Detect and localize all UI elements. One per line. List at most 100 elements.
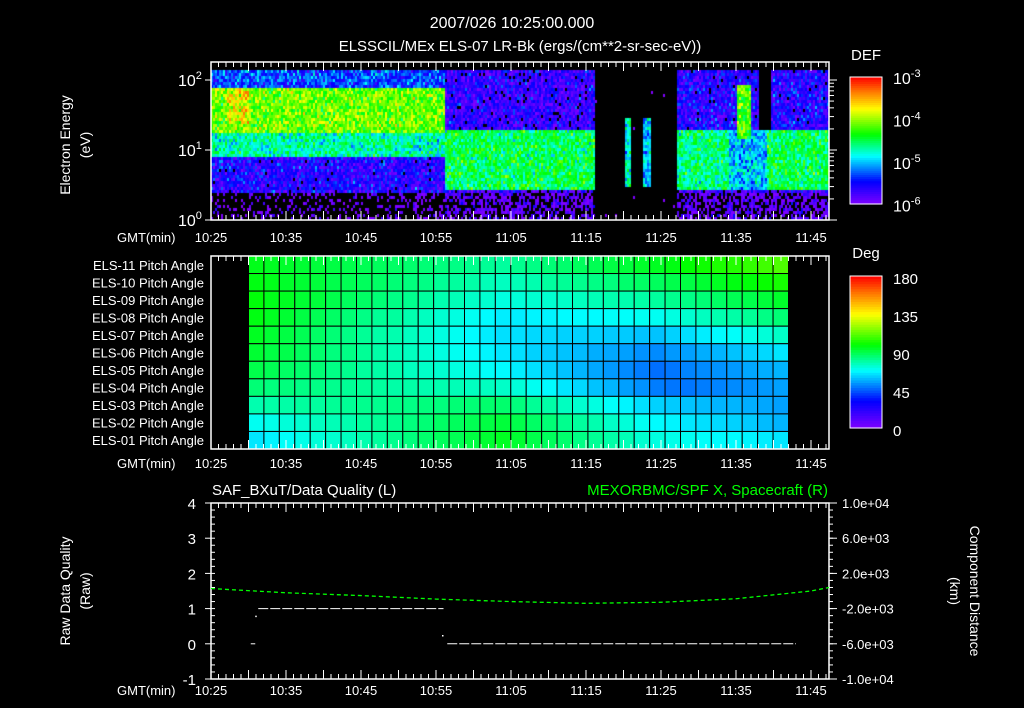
pitch-angle-cell [356,290,373,310]
pitch-angle-cell [633,308,651,327]
pitch-angle-cell [741,343,759,362]
pitch-angle-time-tick-label: 10:55 [420,456,453,471]
plot-timestamp: 2007/026 10:25:00.000 [430,15,595,32]
pitch-angle-cell [417,343,435,362]
pitch-angle-cell [587,378,604,397]
pitch-angle-cell [664,255,681,275]
distance-axis-label: Component Distance [967,526,983,657]
quality-axis-unit: (Raw) [77,572,93,609]
pitch-angle-cell [340,308,358,327]
pitch-angle-row-label: ELS-04 Pitch Angle [92,381,204,396]
pitch-angle-cell [479,413,496,432]
pitch-angle-cell [618,378,635,397]
pitch-angle-cell [587,273,604,292]
pitch-angle-cell [741,290,759,310]
quality-panel-title: SAF_BXuT/Data Quality (L) [212,482,396,499]
pitch-angle-cell [417,273,435,292]
pitch-angle-cell [417,325,435,345]
def-colorbar-title: DEF [851,47,881,64]
pitch-angle-cell [618,395,635,415]
pitch-angle-cell [248,378,265,397]
pitch-angle-cell [633,325,651,345]
quality-time-tick-label: 10:45 [345,683,378,698]
def-colorbar-label: 10-4 [893,111,921,131]
pitch-angle-cell [556,413,573,432]
pitch-angle-cell [278,308,296,327]
pitch-angle-cell [494,378,512,397]
pitch-angle-cell [248,360,265,380]
pitch-angle-cell [572,378,589,397]
pitch-angle-cell [433,325,450,345]
pitch-angle-cell [726,360,743,380]
pitch-angle-cell [340,343,358,362]
pitch-angle-cell [417,360,435,380]
pitch-angle-cell [309,325,327,345]
pitch-angle-cell [325,273,342,292]
pitch-angle-cell [649,343,666,362]
pitch-angle-cell [695,395,712,415]
pitch-angle-cell [386,395,404,415]
pitch-angle-cell [664,395,681,415]
deg-colorbar-label: 180 [893,271,918,288]
pitch-angle-cell [680,255,697,275]
pitch-angle-cell [757,378,774,397]
pitch-angle-cell [695,308,712,327]
pitch-angle-cell [510,290,527,310]
pitch-angle-cell [340,273,358,292]
distance-tick-label: 2.0e+03 [842,566,889,581]
pitch-angle-cell [309,413,327,432]
pitch-angle-cell [741,255,759,275]
pitch-angle-cell [726,325,743,345]
pitch-angle-cell [525,360,543,380]
pitch-angle-cell [741,430,759,450]
pitch-angle-cell [633,343,651,362]
spectrogram-time-tick-label: 10:45 [345,230,378,245]
pitch-angle-cell [386,360,404,380]
energy-tick-label: 102 [178,70,202,90]
pitch-angle-cell [541,395,558,415]
pitch-angle-cell [618,273,635,292]
pitch-angle-cell [356,343,373,362]
spectrogram-time-tick-label: 11:25 [645,230,677,245]
pitch-angle-cell [340,290,358,310]
pitch-angle-cell [710,290,728,310]
time-axis-label: GMT(min) [117,456,176,471]
pitch-angle-cell [356,430,373,450]
pitch-angle-cell [494,343,512,362]
deg-colorbar-label: 135 [893,309,918,326]
pitch-angle-cell [741,413,759,432]
pitch-angle-cell [433,290,450,310]
pitch-angle-cell [680,308,697,327]
pitch-angle-cell [309,378,327,397]
pitch-angle-cell [402,290,419,310]
pitch-angle-cell [587,308,604,327]
pitch-angle-cell [263,290,280,310]
pitch-angle-cell [402,378,419,397]
def-colorbar-label: 10-3 [893,68,921,88]
pitch-angle-cell [649,273,666,292]
pitch-angle-cell [695,413,712,432]
pitch-angle-cell [448,413,466,432]
spectrogram-time-tick-label: 11:45 [795,230,827,245]
pitch-angle-cell [710,343,728,362]
quality-point [255,615,257,618]
quality-tick-label: 1 [188,602,196,619]
pitch-angle-cell [278,360,296,380]
quality-time-tick-label: 11:05 [495,683,527,698]
pitch-angle-cell [464,395,481,415]
distance-tick-label: -1.0e+04 [842,672,894,687]
pitch-angle-cell [680,360,697,380]
pitch-angle-cell [402,360,419,380]
spacecraft-x-line [210,586,830,604]
pitch-angle-cell [294,413,311,432]
pitch-angle-cell [633,430,651,450]
pitch-angle-cell [433,395,450,415]
energy-tick-label: 100 [178,210,202,230]
quality-frame [210,502,830,680]
pitch-angle-cell [386,308,404,327]
pitch-angle-cell [757,395,774,415]
quality-time-tick-label: 11:45 [795,683,827,698]
deg-colorbar-label: 45 [893,385,910,402]
pitch-angle-cell [433,360,450,380]
pitch-angle-cell [386,378,404,397]
